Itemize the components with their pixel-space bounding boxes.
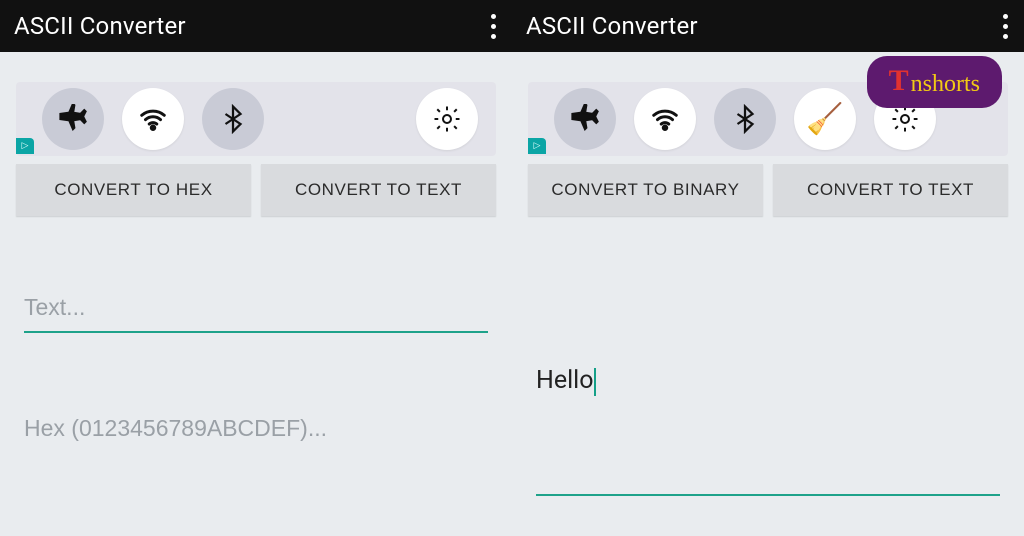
text-input-field[interactable] <box>24 286 488 333</box>
secondary-input-underline[interactable] <box>536 494 1000 496</box>
text-input-field[interactable]: Hello <box>512 366 1024 395</box>
left-pane: ASCII Converter ▷ CONVERT TO HEX CONVERT… <box>0 0 512 536</box>
appbar: ASCII Converter <box>512 0 1024 52</box>
airplane-icon[interactable] <box>554 88 616 150</box>
gear-icon[interactable] <box>416 88 478 150</box>
broom-icon[interactable]: 🧹 <box>794 88 856 150</box>
bluetooth-icon[interactable] <box>714 88 776 150</box>
app-title: ASCII Converter <box>14 12 186 40</box>
convert-to-text-button[interactable]: CONVERT TO TEXT <box>261 164 496 216</box>
text-input[interactable] <box>24 286 488 333</box>
convert-to-text-button[interactable]: CONVERT TO TEXT <box>773 164 1008 216</box>
airplane-icon[interactable] <box>42 88 104 150</box>
quick-settings-row: ▷ <box>16 82 496 156</box>
text-input-value: Hello <box>536 366 594 395</box>
wifi-icon[interactable] <box>634 88 696 150</box>
hex-input-field[interactable] <box>24 407 488 452</box>
overflow-menu-icon[interactable] <box>1001 10 1010 43</box>
ad-badge: ▷ <box>528 138 546 154</box>
appbar: ASCII Converter <box>0 0 512 52</box>
convert-to-hex-button[interactable]: CONVERT TO HEX <box>16 164 251 216</box>
hex-input[interactable] <box>24 407 488 452</box>
bluetooth-icon[interactable] <box>202 88 264 150</box>
overflow-menu-icon[interactable] <box>489 10 498 43</box>
wifi-icon[interactable] <box>122 88 184 150</box>
button-row: CONVERT TO BINARY CONVERT TO TEXT <box>528 164 1008 216</box>
logo-text: nshorts <box>911 72 980 96</box>
convert-to-binary-button[interactable]: CONVERT TO BINARY <box>528 164 763 216</box>
app-title: ASCII Converter <box>526 12 698 40</box>
right-pane: ASCII Converter T nshorts ▷ 🧹 CONVE <box>512 0 1024 536</box>
text-input[interactable]: Hello <box>536 366 594 395</box>
logo-letter: T <box>889 66 909 96</box>
tnshorts-logo: T nshorts <box>867 56 1002 108</box>
button-row: CONVERT TO HEX CONVERT TO TEXT <box>16 164 496 216</box>
ad-badge: ▷ <box>16 138 34 154</box>
text-caret <box>594 368 596 396</box>
